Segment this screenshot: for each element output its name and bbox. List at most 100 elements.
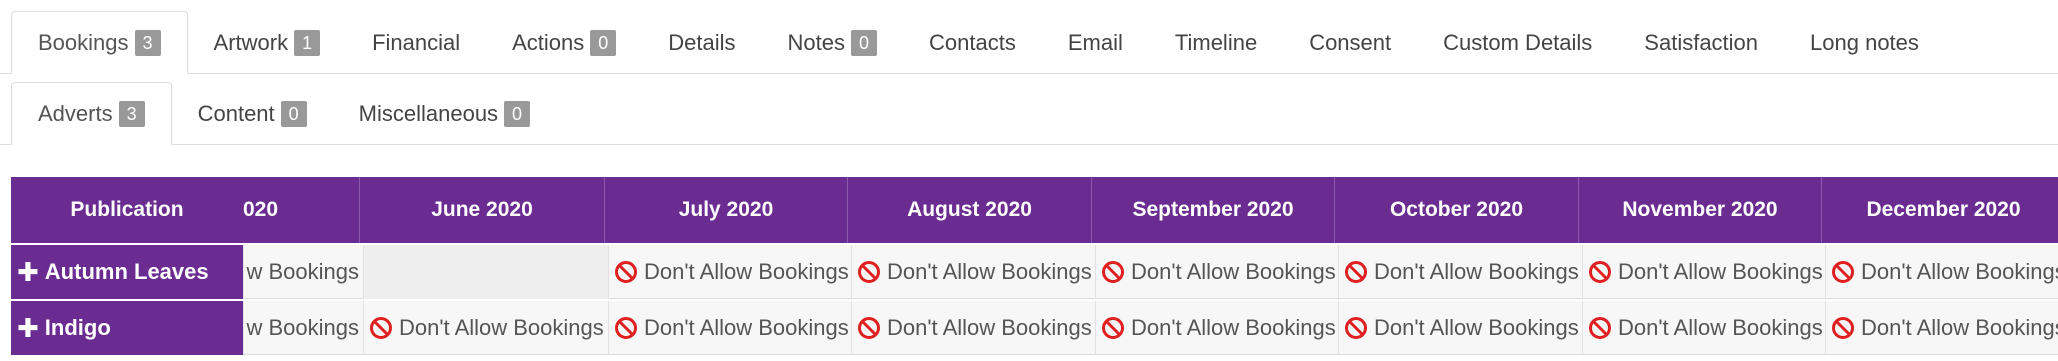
tab-notes[interactable]: Notes 0 — [762, 11, 903, 74]
table-row: ✚ Autumn Leaves w Bookings Don't Allow Bo… — [11, 245, 2058, 299]
month-header: September 2020 — [1091, 177, 1334, 243]
tab-label: Email — [1067, 29, 1123, 55]
tab-label: Details — [668, 29, 736, 55]
cell-text: Don't Allow Bookings — [887, 315, 1092, 340]
secondary-tab-bar: Adverts 3 Content 0 Miscellaneous 0 — [0, 82, 2058, 145]
tab-label: Actions — [512, 29, 585, 55]
cell-text: w Bookings — [246, 315, 359, 340]
cell-text: Don't Allow Bookings — [1861, 259, 2058, 284]
month-header: October 2020 — [1334, 177, 1578, 243]
booking-cell[interactable]: Don't Allow Bookings — [851, 245, 1095, 299]
cell-text: Don't Allow Bookings — [644, 259, 849, 284]
tab-email[interactable]: Email — [1042, 11, 1149, 74]
no-entry-icon — [1102, 317, 1124, 339]
month-header: 020 — [243, 198, 279, 221]
tab-label: Long notes — [1810, 29, 1919, 55]
tab-content[interactable]: Content 0 — [172, 82, 333, 145]
no-entry-icon — [1345, 317, 1367, 339]
month-header: August 2020 — [847, 177, 1091, 243]
booking-cell[interactable]: Don't Allow Bookings — [608, 245, 851, 299]
booking-cell[interactable]: Don't Allow Bookings — [1582, 245, 1825, 299]
no-entry-icon — [615, 317, 637, 339]
booking-cell[interactable]: Don't Allow Bookings — [608, 301, 851, 355]
tab-contacts[interactable]: Contacts — [903, 11, 1042, 74]
tab-consent[interactable]: Consent — [1283, 11, 1417, 74]
count-badge: 0 — [590, 29, 617, 56]
tab-label: Financial — [372, 29, 461, 55]
plus-icon: ✚ — [17, 313, 39, 343]
publication-header: Publication — [11, 177, 243, 243]
booking-cell[interactable]: Don't Allow Bookings — [851, 301, 1095, 355]
tab-label: Notes — [787, 29, 846, 55]
no-entry-icon — [1589, 317, 1611, 339]
booking-cell[interactable]: Don't Allow Bookings — [1095, 301, 1338, 355]
booking-cell[interactable]: w Bookings — [243, 245, 363, 299]
tab-bookings[interactable]: Bookings 3 — [11, 11, 188, 74]
tab-financial[interactable]: Financial — [346, 11, 486, 74]
tab-adverts[interactable]: Adverts 3 — [11, 82, 172, 145]
tab-label: Satisfaction — [1644, 29, 1759, 55]
publication-name: Autumn Leaves — [44, 259, 209, 284]
booking-cell[interactable]: Don't Allow Bookings — [1338, 245, 1582, 299]
cell-text: w Bookings — [246, 259, 359, 284]
booking-cell[interactable]: Don't Allow Bookings — [1338, 301, 1582, 355]
publication-name: Indigo — [44, 315, 111, 340]
grid-header: 020 June 2020 July 2020 August 2020 Sept… — [11, 177, 2058, 243]
cell-text: Don't Allow Bookings — [1861, 315, 2058, 340]
tab-label: Miscellaneous — [358, 100, 499, 126]
cell-text: Don't Allow Bookings — [1374, 315, 1579, 340]
cell-text: Don't Allow Bookings — [1131, 315, 1336, 340]
tab-label: Timeline — [1174, 29, 1258, 55]
cell-text: Don't Allow Bookings — [1618, 315, 1823, 340]
booking-grid: 020 June 2020 July 2020 August 2020 Sept… — [11, 177, 2058, 361]
cell-text: Don't Allow Bookings — [1618, 259, 1823, 284]
no-entry-icon — [1832, 317, 1854, 339]
month-header: November 2020 — [1578, 177, 1821, 243]
booking-cell[interactable]: Don't Allow Bookings — [1825, 245, 2058, 299]
no-entry-icon — [858, 261, 880, 283]
month-header: July 2020 — [604, 177, 847, 243]
count-badge: 3 — [118, 100, 145, 127]
tab-timeline[interactable]: Timeline — [1149, 11, 1283, 74]
booking-cell[interactable]: Don't Allow Bookings — [1095, 245, 1338, 299]
booking-cell[interactable]: Don't Allow Bookings — [1825, 301, 2058, 355]
cell-text: Don't Allow Bookings — [887, 259, 1092, 284]
month-header: December 2020 — [1821, 177, 2058, 243]
booking-cell[interactable]: Don't Allow Bookings — [363, 301, 608, 355]
tab-label: Artwork — [213, 29, 289, 55]
count-badge: 0 — [851, 29, 878, 56]
booking-cell[interactable]: Don't Allow Bookings — [1582, 301, 1825, 355]
publication-toggle[interactable]: ✚ Indigo — [11, 301, 243, 355]
publication-toggle[interactable]: ✚ Autumn Leaves — [11, 245, 243, 299]
table-row: ✚ Indigo w Bookings Don't Allow Bookings … — [11, 301, 2058, 355]
tab-custom-details[interactable]: Custom Details — [1417, 11, 1618, 74]
tab-label: Custom Details — [1443, 29, 1593, 55]
tab-label: Bookings — [38, 29, 129, 55]
tab-artwork[interactable]: Artwork 1 — [188, 11, 347, 74]
tab-satisfaction[interactable]: Satisfaction — [1618, 11, 1784, 74]
tab-label: Consent — [1309, 29, 1392, 55]
tab-actions[interactable]: Actions 0 — [486, 11, 642, 74]
cell-text: Don't Allow Bookings — [1374, 259, 1579, 284]
no-entry-icon — [1832, 261, 1854, 283]
no-entry-icon — [1102, 261, 1124, 283]
tab-miscellaneous[interactable]: Miscellaneous 0 — [333, 82, 556, 145]
tab-label: Content — [197, 100, 275, 126]
no-entry-icon — [1345, 261, 1367, 283]
cell-text: Don't Allow Bookings — [399, 315, 604, 340]
tab-long-notes[interactable]: Long notes — [1784, 11, 1945, 74]
count-badge: 0 — [504, 100, 531, 127]
booking-cell[interactable]: w Bookings — [243, 301, 363, 355]
no-entry-icon — [858, 317, 880, 339]
cell-text: Don't Allow Bookings — [644, 315, 849, 340]
count-badge: 1 — [294, 29, 321, 56]
primary-tab-bar: Bookings 3 Artwork 1 Financial Actions 0 De… — [0, 11, 2058, 74]
cell-text: Don't Allow Bookings — [1131, 259, 1336, 284]
no-entry-icon — [1589, 261, 1611, 283]
plus-icon: ✚ — [17, 257, 39, 287]
tab-label: Adverts — [38, 100, 113, 126]
booking-cell[interactable] — [363, 245, 608, 299]
tab-label: Contacts — [929, 29, 1016, 55]
no-entry-icon — [615, 261, 637, 283]
tab-details[interactable]: Details — [642, 11, 761, 74]
